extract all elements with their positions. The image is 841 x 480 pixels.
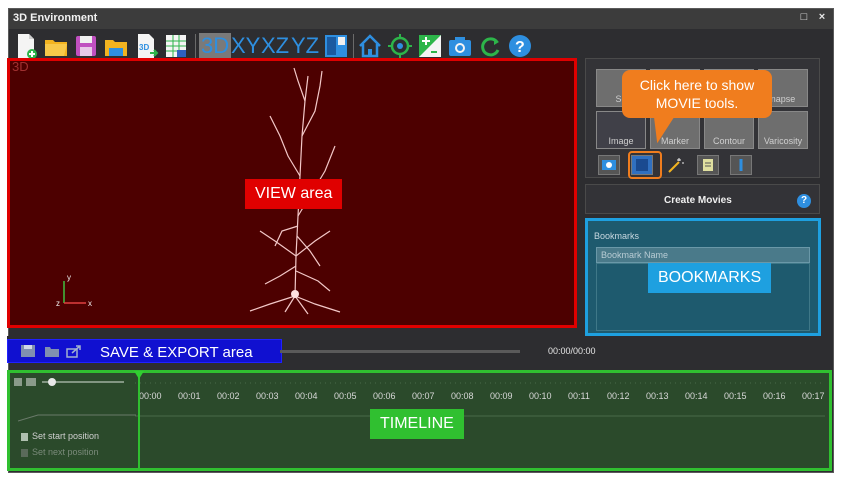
- view-area-label: VIEW area: [245, 179, 343, 209]
- movie-tools-callout: Click here to show MOVIE tools.: [622, 70, 772, 118]
- timeline-tick-label: 00:00: [139, 391, 162, 401]
- ruler-ticks: [135, 382, 825, 384]
- refresh-icon[interactable]: [477, 32, 503, 60]
- timeline-tick-label: 00:14: [685, 391, 708, 401]
- restore-button[interactable]: □: [797, 11, 811, 23]
- svg-text:3D: 3D: [139, 43, 149, 52]
- timeline-tick-label: 00:03: [256, 391, 279, 401]
- timeline-zoom-slider[interactable]: [14, 375, 134, 389]
- timeline-tick-label: 00:01: [178, 391, 201, 401]
- open-folder-alt-icon[interactable]: [103, 32, 129, 60]
- new-file-icon[interactable]: [13, 32, 39, 60]
- bookmarks-title: Bookmarks: [594, 231, 640, 241]
- share-icon[interactable]: [66, 344, 82, 358]
- timeline-divider: [18, 414, 136, 422]
- timeline-ruler[interactable]: 00:00 00:01 00:02 00:03 00:04 00:05 00:06 00:07…: [135, 383, 825, 413]
- help-icon[interactable]: ?: [507, 32, 533, 60]
- view-corner-label: 3D: [12, 59, 29, 74]
- color-scale-icon[interactable]: [417, 32, 443, 60]
- flag-icon: [21, 433, 28, 441]
- timeline-track-line: [135, 415, 825, 417]
- save-icon[interactable]: [73, 32, 99, 60]
- help-icon[interactable]: ?: [797, 194, 811, 208]
- axis-x-label: x: [88, 299, 92, 308]
- timeline-playhead[interactable]: [138, 373, 140, 468]
- bookmark-name-column[interactable]: Bookmark Name: [596, 247, 810, 263]
- bookmarks-area-label: BOOKMARKS: [648, 263, 772, 293]
- timeline-tick-label: 00:05: [334, 391, 357, 401]
- timeline-tick-label: 00:12: [607, 391, 630, 401]
- view-xy-button[interactable]: XY: [231, 33, 260, 59]
- target-icon[interactable]: [387, 32, 413, 60]
- list-button[interactable]: [697, 155, 719, 175]
- timeline-tick-label: 00:11: [568, 391, 590, 401]
- title-bar: 3D Environment □ ×: [9, 9, 833, 29]
- flag-icon: [21, 449, 28, 457]
- timeline-tick-label: 00:10: [529, 391, 552, 401]
- save-export-area-label: SAVE & EXPORT area: [100, 344, 253, 361]
- axis-z-label: z: [56, 299, 60, 308]
- open-folder-icon[interactable]: [44, 344, 60, 358]
- magic-wand-button[interactable]: [664, 155, 686, 175]
- callout-line-1: Click here to show: [639, 77, 755, 93]
- create-movies-header: Create Movies ?: [585, 184, 820, 214]
- timeline-tick-label: 00:09: [490, 391, 513, 401]
- list-icon: [703, 159, 713, 171]
- playhead-handle[interactable]: [134, 371, 144, 379]
- save-export-area: SAVE & EXPORT area: [7, 339, 282, 363]
- more-button[interactable]: [730, 155, 752, 175]
- open-folder-icon[interactable]: [43, 32, 69, 60]
- snapshot-button[interactable]: [598, 155, 620, 175]
- svg-text:?: ?: [515, 39, 525, 56]
- export-3d-icon[interactable]: 3D: [133, 32, 159, 60]
- home-icon[interactable]: [357, 32, 383, 60]
- create-movies-title: Create Movies: [664, 195, 732, 206]
- bookmarks-panel: Bookmarks Bookmark Name BOOKMARKS: [585, 218, 821, 336]
- panel-layout-icon[interactable]: [323, 32, 349, 60]
- axis-triad: y z x: [56, 273, 98, 309]
- playback-progress[interactable]: [280, 350, 520, 353]
- more-icon: [739, 159, 743, 171]
- timeline-controls: Set start position Set next position: [10, 373, 136, 468]
- set-start-position-button[interactable]: Set start position: [20, 431, 130, 443]
- timeline-tick-label: 00:07: [412, 391, 435, 401]
- timeline-tick-label: 00:06: [373, 391, 396, 401]
- movie-tools-highlight: [628, 151, 662, 179]
- timeline-tick-label: 00:13: [646, 391, 669, 401]
- toolbar-separator: [353, 34, 354, 58]
- timeline-area-label: TIMELINE: [370, 409, 464, 439]
- timeline-tick-label: 00:15: [724, 391, 747, 401]
- window-title: 3D Environment: [13, 12, 98, 24]
- close-button[interactable]: ×: [815, 11, 829, 23]
- playback-timecode: 00:00/00:00: [548, 346, 596, 356]
- timeline-tick-label: 00:08: [451, 391, 474, 401]
- screenshot-icon: [602, 160, 616, 170]
- camera-icon[interactable]: [447, 32, 473, 60]
- callout-line-2: MOVIE tools.: [655, 95, 739, 111]
- view-xz-button[interactable]: XZ: [261, 33, 289, 59]
- save-icon[interactable]: [20, 344, 36, 358]
- timeline-tick-label: 00:16: [763, 391, 786, 401]
- timeline-tick-label: 00:02: [217, 391, 240, 401]
- timeline-tick-label: 00:17: [802, 391, 825, 401]
- timeline-panel[interactable]: Set start position Set next position 00:…: [7, 370, 832, 471]
- view-3d-button[interactable]: 3D: [199, 33, 232, 59]
- magic-wand-icon: [668, 158, 684, 173]
- toolbar-separator: [195, 34, 196, 58]
- timeline-tick-label: 00:04: [295, 391, 318, 401]
- view-area[interactable]: 3D y z x VIEW area: [7, 58, 577, 328]
- axis-y-label: y: [67, 273, 71, 282]
- spreadsheet-icon[interactable]: [163, 32, 189, 60]
- view-yz-button[interactable]: YZ: [291, 33, 319, 59]
- set-next-position-button[interactable]: Set next position: [20, 447, 130, 459]
